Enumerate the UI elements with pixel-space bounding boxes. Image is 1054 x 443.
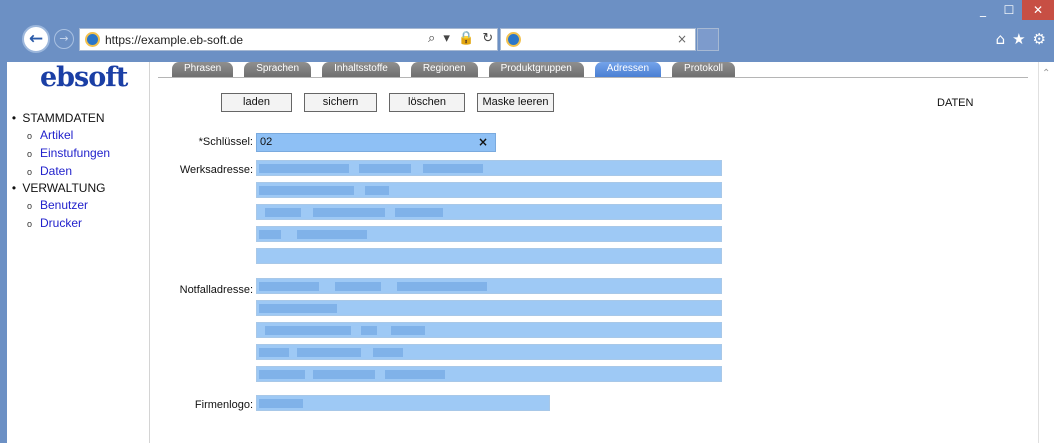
scroll-up-icon[interactable]: ⌃ — [1042, 68, 1050, 79]
maximize-button[interactable]: ☐ — [996, 0, 1022, 20]
clear-form-button[interactable]: Maske leeren — [477, 93, 554, 112]
back-button[interactable] — [22, 25, 50, 53]
tab-close-button[interactable]: × — [677, 32, 687, 46]
company-logo-label: Firmenlogo: — [194, 399, 253, 411]
emergency-address-line-5[interactable] — [256, 366, 722, 382]
tab-sprachen[interactable]: Sprachen — [244, 62, 312, 77]
emergency-address-line-4[interactable] — [256, 344, 722, 360]
sidebar-section-stammdaten: • STAMMDATEN — [11, 111, 105, 125]
ie-icon — [85, 32, 100, 47]
sidebar-link[interactable]: Drucker — [40, 216, 82, 230]
load-button[interactable]: laden — [221, 93, 292, 112]
sidebar-item-benutzer[interactable]: o Benutzer — [9, 196, 149, 214]
url-text[interactable]: https://example.eb-soft.de — [105, 33, 243, 47]
sidebar-item-artikel[interactable]: o Artikel — [9, 126, 149, 144]
works-address-line-3[interactable] — [256, 204, 722, 220]
tab-produktgruppen[interactable]: Produktgruppen — [488, 62, 584, 77]
window-controls: _ ☐ ✕ — [970, 0, 1054, 22]
address-bar[interactable]: https://example.eb-soft.de ⌕ ▾ 🔒 ↻ — [79, 28, 498, 51]
tab-inhaltsstoffe[interactable]: Inhaltsstoffe — [322, 62, 400, 77]
minimize-button[interactable]: _ — [970, 0, 996, 20]
save-button[interactable]: sichern — [304, 93, 377, 112]
emergency-address-line-1[interactable] — [256, 278, 722, 294]
sidebar: ebsoft • STAMMDATEN o Artikel o Einstufung… — [0, 62, 150, 443]
browser-tab[interactable]: × — [500, 28, 696, 51]
key-value[interactable]: 02 — [260, 136, 272, 148]
sidebar-link[interactable]: Daten — [40, 164, 72, 178]
main-content: Phrasen Sprachen Inhaltsstoffe Regionen … — [158, 62, 1038, 443]
works-address-line-5[interactable] — [256, 248, 722, 264]
emergency-address-line-2[interactable] — [256, 300, 722, 316]
mode-label: DATEN — [937, 97, 974, 109]
clear-key-icon[interactable]: × — [478, 135, 488, 149]
tab-bar: Phrasen Sprachen Inhaltsstoffe Regionen … — [172, 62, 735, 77]
sidebar-section-label: VERWALTUNG — [22, 181, 106, 195]
action-toolbar: laden sichern löschen Maske leeren — [221, 93, 554, 112]
tab-regionen[interactable]: Regionen — [410, 62, 478, 77]
key-field[interactable]: 02 × — [256, 133, 496, 152]
works-address-line-1[interactable] — [256, 160, 722, 176]
works-address-label: Werksadresse: — [179, 164, 253, 176]
sidebar-item-drucker[interactable]: o Drucker — [9, 214, 149, 232]
works-address-line-2[interactable] — [256, 182, 722, 198]
sidebar-section-verwaltung: • VERWALTUNG — [11, 181, 106, 195]
sidebar-item-daten[interactable]: o Daten — [9, 162, 149, 180]
new-tab-button[interactable] — [697, 28, 719, 51]
vertical-scrollbar[interactable]: ⌃ — [1038, 62, 1054, 443]
address-tools-icons[interactable]: ⌕ ▾ 🔒 ↻ — [428, 31, 495, 46]
tab-favicon-icon — [506, 32, 521, 47]
emergency-address-label: Notfalladresse: — [179, 284, 253, 296]
ebsoft-logo: ebsoft — [40, 62, 128, 93]
star-icon[interactable]: ★ — [1012, 30, 1025, 48]
sidebar-link[interactable]: Benutzer — [40, 198, 88, 212]
sidebar-nav: • STAMMDATEN o Artikel o Einstufungen o Dat… — [9, 110, 149, 232]
forward-button[interactable]: → — [54, 29, 74, 49]
tab-adressen[interactable]: Adressen — [594, 62, 662, 77]
sidebar-link[interactable]: Artikel — [40, 128, 73, 142]
key-label: *Schlüssel: — [198, 136, 253, 148]
home-icon[interactable]: ⌂ — [996, 30, 1006, 48]
browser-chrome: _ ☐ ✕ → https://example.eb-soft.de ⌕ ▾ 🔒… — [0, 0, 1054, 62]
emergency-address-line-3[interactable] — [256, 322, 722, 338]
tab-protokoll[interactable]: Protokoll — [672, 62, 735, 77]
company-logo-field[interactable] — [256, 395, 550, 411]
sidebar-section-label: STAMMDATEN — [22, 111, 105, 125]
delete-button[interactable]: löschen — [389, 93, 465, 112]
works-address-line-4[interactable] — [256, 226, 722, 242]
close-window-button[interactable]: ✕ — [1022, 0, 1054, 20]
tab-phrasen[interactable]: Phrasen — [172, 62, 234, 77]
browser-toolbar-icons: ⌂ ★ ⚙ — [996, 30, 1046, 48]
sidebar-item-einstufungen[interactable]: o Einstufungen — [9, 144, 149, 162]
gear-icon[interactable]: ⚙ — [1033, 30, 1046, 48]
sidebar-link[interactable]: Einstufungen — [40, 146, 110, 160]
tab-divider — [158, 77, 1028, 78]
